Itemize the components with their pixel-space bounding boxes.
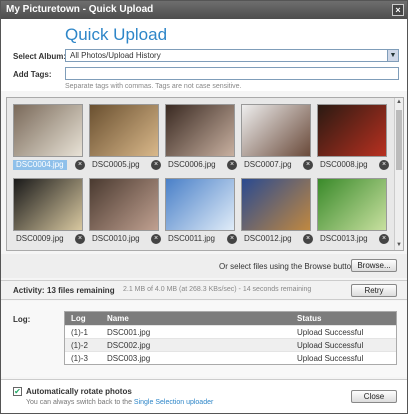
switch-hint: You can always switch back to the Single… xyxy=(26,399,213,406)
photo-filename: DSC0011.jpg xyxy=(168,234,215,243)
browse-button[interactable]: Browse... xyxy=(351,259,397,272)
remove-icon[interactable]: × xyxy=(151,234,161,244)
photo-filename: DSC0012.jpg xyxy=(244,234,292,243)
page-title: Quick Upload xyxy=(65,25,168,44)
photo-image[interactable] xyxy=(317,178,387,231)
photo-image[interactable] xyxy=(13,104,83,157)
activity-label: Activity: xyxy=(13,286,45,295)
photo-filename: DSC0009.jpg xyxy=(16,234,64,243)
scroll-thumb[interactable] xyxy=(396,110,402,170)
photo-image[interactable] xyxy=(89,178,159,231)
photo-image[interactable] xyxy=(241,104,311,157)
photo-thumbnail[interactable]: DSC0004.jpg × xyxy=(13,104,87,172)
photo-thumbnail[interactable]: DSC0005.jpg × xyxy=(89,104,163,172)
album-label: Select Album: xyxy=(13,52,67,61)
tags-input[interactable] xyxy=(65,67,399,80)
album-value: All Photos/Upload History xyxy=(70,51,161,60)
photo-image[interactable] xyxy=(317,104,387,157)
photo-filename: DSC0013.jpg xyxy=(320,234,368,243)
remove-icon[interactable]: × xyxy=(303,160,313,170)
browse-row: Or select files using the Browse button … xyxy=(1,254,407,278)
quick-upload-window: My Picturetown - Quick Upload × Quick Up… xyxy=(0,0,408,414)
log-cell: Upload Successful xyxy=(297,354,364,363)
photo-gallery: DSC0004.jpg × DSC0005.jpg × DSC0006.jpg × DSC0… xyxy=(6,97,404,251)
activity-count: 13 files remaining xyxy=(47,286,115,295)
photo-filename: DSC0010.jpg xyxy=(92,234,140,243)
footer: ✔ Automatically rotate photos You can al… xyxy=(1,379,407,413)
photo-image[interactable] xyxy=(89,104,159,157)
photo-filename: DSC0007.jpg xyxy=(244,160,292,169)
photo-image[interactable] xyxy=(13,178,83,231)
activity-row: Activity: 13 files remaining 2.1 MB of 4… xyxy=(1,280,407,300)
log-label: Log: xyxy=(13,315,31,324)
browse-hint: Or select files using the Browse button xyxy=(219,262,356,271)
log-cell: DSC003.jpg xyxy=(107,354,151,363)
album-select[interactable]: All Photos/Upload History ▼ xyxy=(65,49,399,62)
photo-thumbnail[interactable]: DSC0006.jpg × xyxy=(165,104,239,172)
photo-image[interactable] xyxy=(241,178,311,231)
table-row: (1)-1 DSC001.jpg Upload Successful xyxy=(65,325,396,338)
close-button[interactable]: Close xyxy=(351,390,397,403)
photo-image[interactable] xyxy=(165,178,235,231)
auto-rotate-label: Automatically rotate photos xyxy=(26,387,132,396)
switch-text: You can always switch back to the xyxy=(26,399,132,406)
photo-filename: DSC0004.jpg xyxy=(13,160,67,170)
photo-filename: DSC0008.jpg xyxy=(320,160,368,169)
single-selection-link[interactable]: Single Selection uploader xyxy=(134,399,213,406)
title-bar: My Picturetown - Quick Upload × xyxy=(1,1,407,19)
log-col-status: Status xyxy=(297,314,322,323)
log-col-name: Name xyxy=(107,314,129,323)
table-row: (1)-2 DSC002.jpg Upload Successful xyxy=(65,338,396,351)
photo-thumbnail[interactable]: DSC0008.jpg × xyxy=(317,104,391,172)
photo-thumbnail[interactable]: DSC0011.jpg × xyxy=(165,178,239,246)
remove-icon[interactable]: × xyxy=(227,234,237,244)
photo-thumbnail[interactable]: DSC0012.jpg × xyxy=(241,178,315,246)
photo-image[interactable] xyxy=(165,104,235,157)
log-header: Log Name Status xyxy=(65,312,396,325)
log-cell: (1)-3 xyxy=(71,354,88,363)
photo-thumbnail[interactable]: DSC0010.jpg × xyxy=(89,178,163,246)
gallery-scrollbar[interactable]: ▲ ▼ xyxy=(394,98,403,250)
remove-icon[interactable]: × xyxy=(75,160,85,170)
remove-icon[interactable]: × xyxy=(75,234,85,244)
upload-header: Quick Upload Select Album: All Photos/Up… xyxy=(1,19,407,91)
remove-icon[interactable]: × xyxy=(227,160,237,170)
tags-label: Add Tags: xyxy=(13,70,52,79)
retry-button[interactable]: Retry xyxy=(351,284,397,297)
log-section: Log: Log Name Status (1)-1 DSC001.jpg Up… xyxy=(1,301,407,377)
activity-detail: 2.1 MB of 4.0 MB (at 268.3 KBs/sec) - 14… xyxy=(123,286,312,293)
photo-thumbnail[interactable]: DSC0009.jpg × xyxy=(13,178,87,246)
photo-thumbnail[interactable]: DSC0013.jpg × xyxy=(317,178,391,246)
chevron-down-icon[interactable]: ▼ xyxy=(387,50,398,61)
remove-icon[interactable]: × xyxy=(379,234,389,244)
tags-hint: Separate tags with commas. Tags are not … xyxy=(65,83,242,90)
log-col-log: Log xyxy=(71,314,86,323)
auto-rotate-checkbox[interactable]: ✔ xyxy=(13,387,22,396)
log-table: Log Name Status (1)-1 DSC001.jpg Upload … xyxy=(64,311,397,365)
photo-thumbnail[interactable]: DSC0007.jpg × xyxy=(241,104,315,172)
photo-filename: DSC0006.jpg xyxy=(168,160,216,169)
table-row: (1)-3 DSC003.jpg Upload Successful xyxy=(65,351,396,364)
remove-icon[interactable]: × xyxy=(151,160,161,170)
remove-icon[interactable]: × xyxy=(379,160,389,170)
remove-icon[interactable]: × xyxy=(303,234,313,244)
window-title: My Picturetown - Quick Upload xyxy=(6,4,154,15)
close-icon[interactable]: × xyxy=(392,4,404,16)
scroll-up-icon[interactable]: ▲ xyxy=(395,98,403,107)
scroll-down-icon[interactable]: ▼ xyxy=(395,241,403,250)
photo-filename: DSC0005.jpg xyxy=(92,160,140,169)
